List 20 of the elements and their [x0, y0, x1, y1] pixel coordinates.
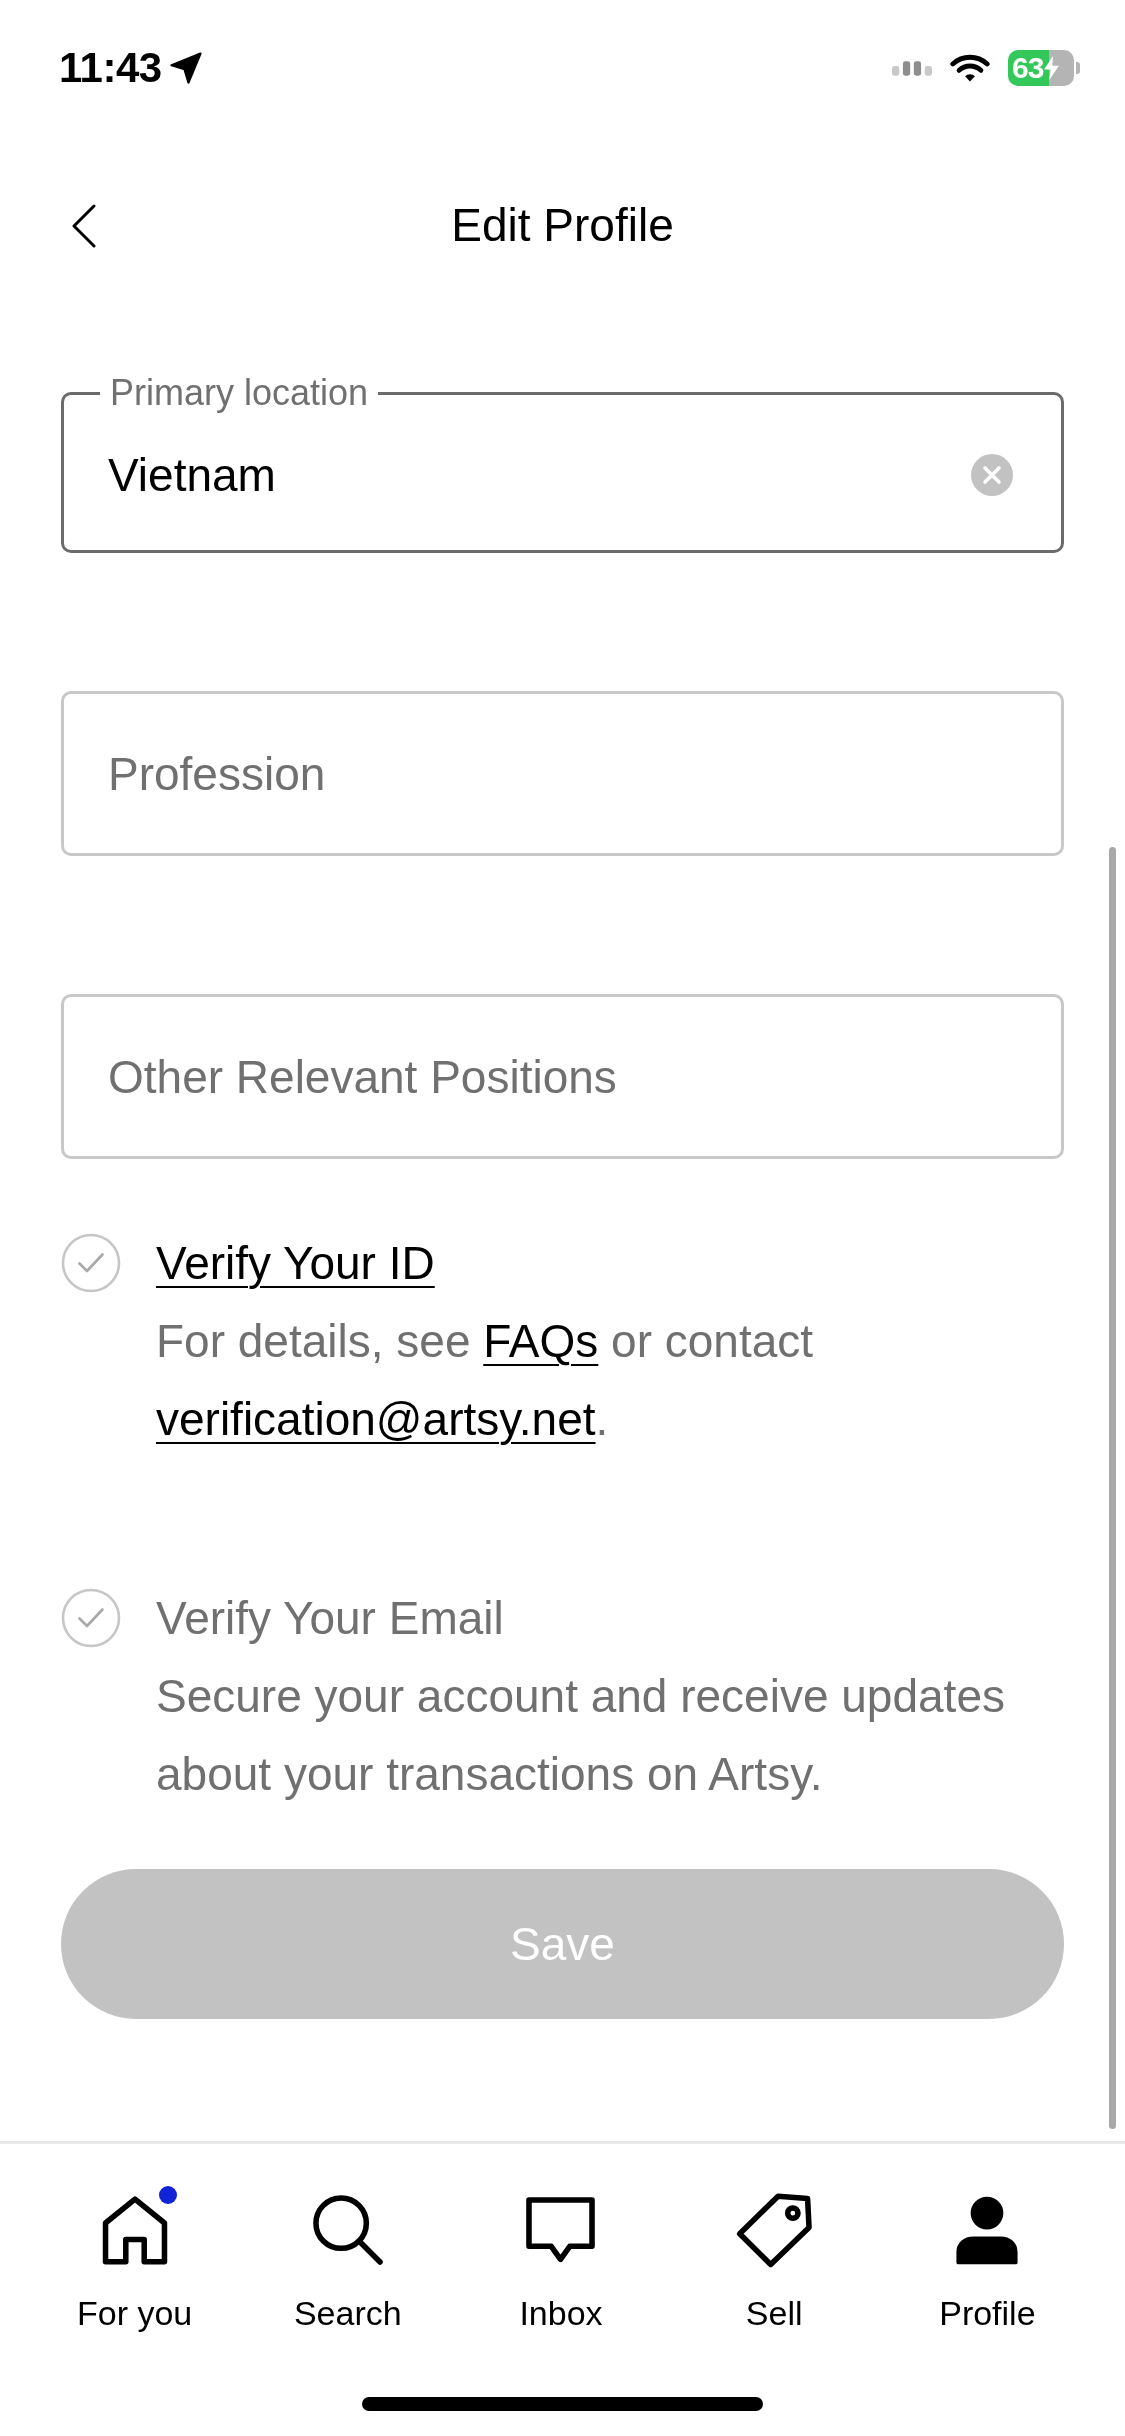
verification-title-link[interactable]: Verify Your ID [156, 1237, 435, 1289]
status-time: 11:43 [59, 47, 162, 89]
text-input[interactable]: Vietnam [64, 414, 971, 536]
field-label: Primary location [109, 372, 370, 414]
signal-icon [892, 60, 932, 76]
battery-percentage: 63 [1012, 53, 1044, 83]
verification-title: Verify Your Email [156, 1592, 504, 1644]
inline-link[interactable]: FAQs [483, 1315, 599, 1367]
location-arrow-icon [169, 52, 202, 84]
tab-bar-item[interactable]: Profile [880, 2144, 1094, 2333]
tab-bar-item[interactable]: Sell [667, 2144, 881, 2333]
chevron-left-icon [72, 204, 96, 248]
tab-bar-item[interactable]: Inbox [454, 2144, 668, 2333]
verification-description: For details, see FAQs or contact verification@artsy.net. [156, 1314, 815, 1447]
wifi-icon [950, 54, 990, 82]
page-title: Edit Profile [451, 198, 674, 254]
verification-description: Secure your account and receive updates about your transactions on Artsy. [156, 1669, 1006, 1802]
tab-bar-item[interactable]: Search [241, 2144, 455, 2333]
inline-link[interactable]: verification@artsy.net [156, 1393, 596, 1445]
tab-bar-item[interactable]: For you [28, 2144, 242, 2333]
